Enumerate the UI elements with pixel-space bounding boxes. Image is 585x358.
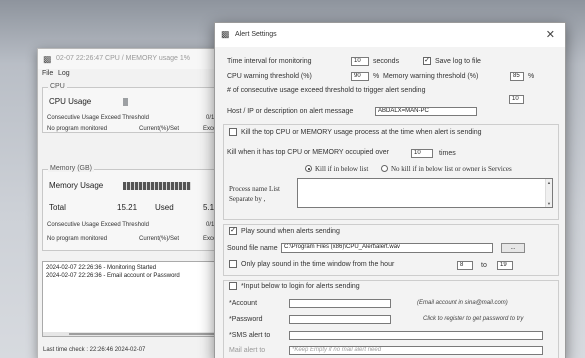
kill-top-checkbox[interactable]: [229, 128, 237, 136]
app-icon: ▩: [43, 54, 52, 64]
hour-to-input[interactable]: 19: [497, 261, 513, 270]
interval-input[interactable]: 10: [351, 57, 369, 66]
save-log-checkbox[interactable]: ✓: [423, 57, 431, 65]
hour-to-label: to: [481, 262, 487, 269]
menu-log[interactable]: Log: [58, 70, 70, 77]
interval-unit: seconds: [373, 58, 400, 65]
app-icon: ▩: [221, 29, 230, 39]
account-label: *Account: [229, 300, 258, 307]
sound-file-label: Sound file name: [227, 245, 278, 252]
sms-label: *SMS alert to: [229, 332, 271, 339]
account-input[interactable]: [289, 299, 391, 308]
browse-button[interactable]: ...: [501, 243, 525, 253]
save-log-label: Save log to file: [435, 58, 481, 65]
main-window-title: 02-07 22:26:47 CPU / MEMORY usage 1%: [56, 55, 190, 62]
memory-total-value: 15.21: [117, 203, 138, 212]
login-section-label: *Input below to login for alerts sending: [241, 283, 360, 290]
process-list-textarea[interactable]: ▲ ▼: [297, 178, 553, 208]
dialog-titlebar[interactable]: ▩ Alert Settings ✕: [215, 23, 565, 47]
alert-settings-dialog: ▩ Alert Settings ✕ Time interval for mon…: [214, 22, 566, 358]
close-icon[interactable]: ✕: [546, 28, 555, 41]
memory-current-label: Current(%)/Set: [139, 236, 180, 242]
memory-usage-meter: [123, 182, 191, 190]
login-section-checkbox[interactable]: [229, 282, 237, 290]
kill-top-label: Kill the top CPU or MEMORY usage process…: [241, 129, 482, 136]
scroll-up-icon[interactable]: ▲: [547, 180, 551, 185]
consecutive-input[interactable]: 10: [509, 95, 524, 104]
password-input[interactable]: [289, 315, 391, 324]
password-label: *Password: [229, 316, 263, 323]
only-play-checkbox[interactable]: [229, 260, 237, 268]
host-label: Host / IP or description on alert messag…: [227, 108, 354, 115]
cpu-threshold-label: Consecutive Usage Exceed Threshold: [47, 115, 149, 121]
dialog-title: Alert Settings: [235, 31, 277, 38]
account-hint: (Email account in sina@mail.com): [417, 300, 508, 306]
kill-if-radio[interactable]: [305, 165, 312, 172]
host-input[interactable]: ABDALX=MAN-PC: [375, 107, 477, 116]
mail-input[interactable]: *Keep Empty if no mail alert need: [289, 346, 543, 355]
cpu-percent-label: %: [373, 73, 380, 80]
kill-when-input[interactable]: 10: [411, 149, 433, 158]
memory-group-legend: Memory (GB): [48, 165, 94, 172]
memory-threshold-input[interactable]: 85: [510, 72, 524, 81]
kill-when-label: Kill when it has top CPU or MEMORY occup…: [227, 149, 389, 156]
memory-used-label: Used: [155, 203, 174, 212]
sms-input[interactable]: [289, 331, 543, 340]
memory-monitor-label: No program monitored: [47, 236, 108, 242]
interval-label: Time interval for monitoring: [227, 58, 312, 65]
cpu-monitor-label: No program monitored: [47, 126, 108, 132]
cpu-current-label: Current(%)/Set: [139, 126, 180, 132]
memory-used-value: 5.1: [203, 203, 215, 212]
only-play-label: Only play sound in the time window from …: [241, 261, 395, 268]
cpu-threshold-input[interactable]: 90: [351, 72, 369, 81]
kill-if-radio-label: Kill if in below list: [315, 165, 369, 173]
process-list-hint: Separate by ,: [229, 195, 266, 203]
cpu-threshold-setting-label: CPU warning threshold (%): [227, 73, 312, 80]
no-kill-radio[interactable]: [381, 165, 388, 172]
menu-file[interactable]: File: [42, 70, 53, 77]
cpu-usage-label: CPU Usage: [49, 97, 92, 106]
last-check-status: Last time check : 22:26:46 2024-02-07: [43, 347, 146, 353]
process-list-scrollbar[interactable]: ▲ ▼: [545, 179, 552, 207]
cpu-usage-meter: [123, 98, 128, 106]
memory-threshold-label: Consecutive Usage Exceed Threshold: [47, 222, 149, 228]
hour-from-input[interactable]: 8: [457, 261, 473, 270]
play-sound-checkbox[interactable]: ✓: [229, 227, 237, 235]
play-sound-label: Play sound when alerts sending: [241, 228, 340, 235]
memory-threshold-setting-label: Memory warning threshold (%): [383, 73, 479, 80]
sound-file-input[interactable]: C:\Program Files (x86)\CPU_Alert\alert.w…: [281, 243, 493, 253]
memory-usage-label: Memory Usage: [49, 181, 104, 190]
memory-percent-label: %: [528, 73, 535, 80]
log-scrollbar-thumb[interactable]: [69, 333, 219, 335]
memory-total-label: Total: [49, 203, 66, 212]
no-kill-radio-label: No kill if in below list or owner is Ser…: [391, 165, 512, 173]
register-link[interactable]: Click to register to get password to try: [423, 316, 523, 322]
mail-label: Mail alert to: [229, 347, 266, 354]
process-list-label: Process name List: [229, 185, 280, 193]
kill-when-unit: times: [439, 150, 456, 157]
scroll-down-icon[interactable]: ▼: [547, 201, 551, 206]
cpu-group-legend: CPU: [48, 83, 67, 90]
consecutive-label: # of consecutive usage exceed threshold …: [227, 87, 426, 94]
